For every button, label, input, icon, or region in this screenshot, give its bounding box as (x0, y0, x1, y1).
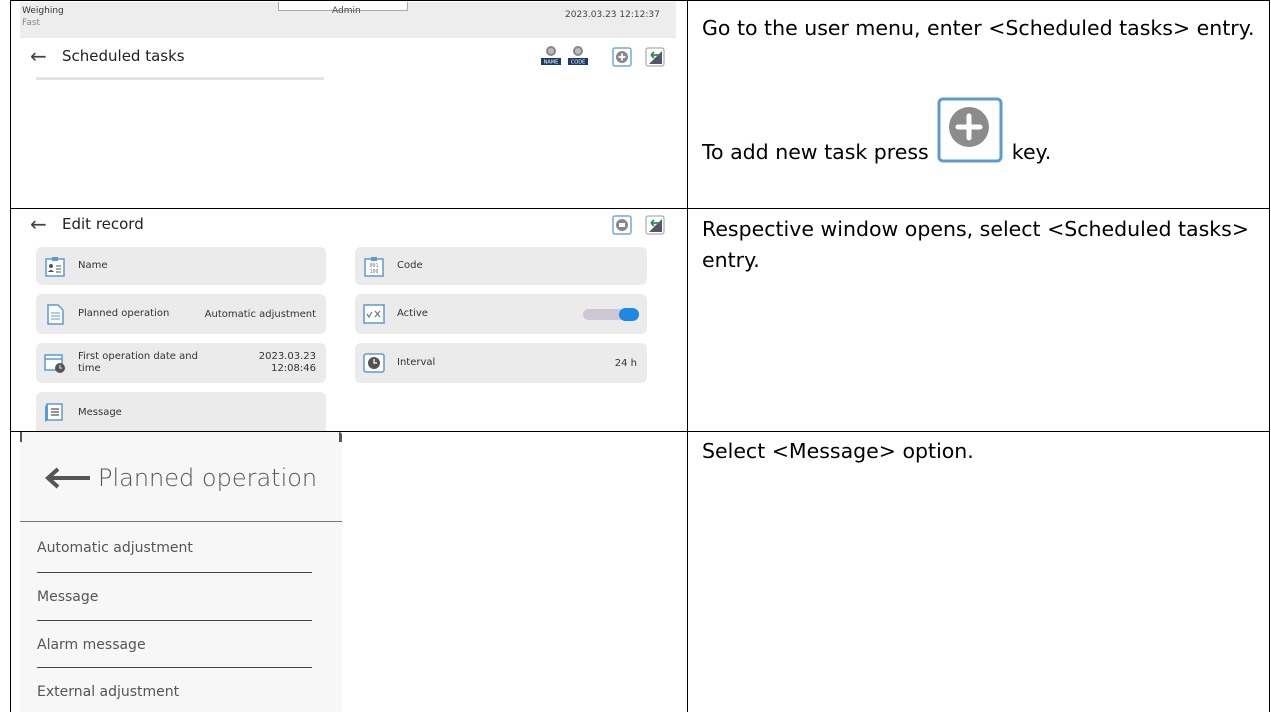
plus-key-icon (937, 97, 1003, 163)
option-divider (37, 620, 312, 621)
planned-operation-label: Planned operation (78, 308, 170, 319)
interval-value: 24 h (614, 358, 637, 369)
edit-record-screen: ← Edit record Name 001 100 Code Planned … (0, 209, 687, 431)
planned-operation-value: Automatic adjustment (204, 309, 316, 320)
back-arrow-icon[interactable]: ← (30, 44, 47, 68)
row3-description-text: Select <Message> option. (702, 439, 974, 463)
option-external-adjustment[interactable]: External adjustment (37, 684, 179, 700)
interval-field[interactable]: Interval 24 h (355, 343, 647, 383)
status-datetime: 2023.03.23 12:12:37 (565, 10, 660, 20)
planned-operation-field[interactable]: Planned operation Automatic adjustment (36, 294, 326, 334)
search-code-icon-text: CODE (571, 60, 585, 66)
row2-description-text: Respective window opens, select <Schedul… (702, 217, 1250, 272)
option-divider (37, 667, 312, 668)
code-icon: 001 100 (363, 256, 385, 278)
status-user: Admin (332, 6, 361, 16)
exit-icon[interactable] (645, 47, 667, 69)
option-automatic-adjustment[interactable]: Automatic adjustment (37, 540, 193, 556)
back-arrow-icon[interactable]: ← (30, 212, 47, 236)
screen-title: Edit record (62, 215, 144, 233)
option-divider (37, 572, 312, 573)
panel-header-rule (20, 521, 342, 522)
active-label: Active (397, 308, 428, 319)
row1-description: Go to the user menu, enter <Scheduled ta… (702, 13, 1257, 44)
search-name-icon[interactable]: NAME (540, 44, 562, 66)
scheduled-tasks-screen: Weighing Fast Admin 2023.03.23 12:12:37 … (0, 0, 687, 208)
panel-title: Planned operation (98, 464, 318, 492)
row2-description: Respective window opens, select <Schedul… (702, 214, 1257, 276)
option-alarm-message[interactable]: Alarm message (37, 637, 146, 653)
print-icon[interactable] (612, 215, 634, 237)
row1-description-after: key. (1011, 140, 1052, 164)
first-operation-date-label: First operation date and time (78, 351, 198, 374)
svg-text:100: 100 (369, 269, 378, 275)
toggle-knob (619, 308, 639, 321)
screen-title: Scheduled tasks (62, 47, 185, 65)
option-message[interactable]: Message (37, 589, 98, 605)
back-arrow-icon[interactable] (44, 466, 92, 490)
code-field[interactable]: 001 100 Code (355, 247, 647, 285)
panel-corner-left (20, 432, 22, 442)
row1-description-2: To add new task press key. (702, 97, 1257, 169)
interval-label: Interval (397, 357, 436, 368)
table-border-right (1269, 0, 1270, 712)
search-code-icon[interactable]: CODE (567, 44, 589, 66)
document-icon (44, 303, 66, 325)
message-label: Message (78, 407, 122, 418)
code-label: Code (397, 260, 423, 271)
exit-icon[interactable] (645, 215, 667, 237)
clock-icon (363, 352, 385, 374)
message-field[interactable]: Message (36, 392, 326, 431)
row1-description-line1: Go to the user menu, enter <Scheduled ta… (702, 16, 1255, 40)
panel-corner-right (339, 432, 342, 442)
first-operation-date-value-2: 12:08:46 (271, 363, 316, 374)
active-field[interactable]: Active (355, 294, 647, 334)
add-icon[interactable] (612, 47, 634, 69)
search-name-icon-text: NAME (544, 60, 559, 66)
row3-description: Select <Message> option. (702, 436, 1257, 467)
name-field[interactable]: Name (36, 247, 326, 285)
list-separator (36, 77, 324, 80)
name-label: Name (78, 260, 108, 271)
status-sub: Fast (22, 18, 41, 28)
table-border-middle (687, 0, 688, 712)
message-icon (44, 401, 66, 423)
status-bar: Weighing Fast Admin 2023.03.23 12:12:37 (20, 2, 676, 38)
active-toggle[interactable] (583, 308, 639, 321)
row1-description-before: To add new task press (702, 140, 929, 164)
calendar-clock-icon (44, 352, 66, 374)
name-icon (44, 256, 66, 278)
checkbox-cross-icon (363, 303, 385, 325)
status-mode: Weighing (22, 6, 64, 16)
first-operation-date-field[interactable]: First operation date and time 2023.03.23… (36, 343, 326, 383)
